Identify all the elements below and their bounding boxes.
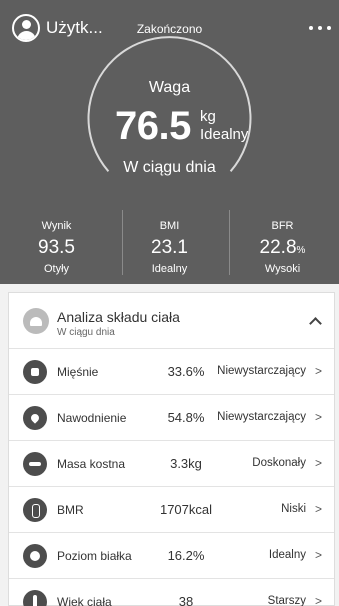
metric-status: Idealny (151, 263, 188, 275)
chevron-right-icon[interactable]: > (315, 594, 322, 606)
card-subtitle: W ciągu dnia (57, 327, 115, 338)
list-item-body-age[interactable]: Wiek ciała 38 Starszy > (9, 579, 334, 606)
weight-label: Waga (148, 79, 191, 96)
water-drop-icon (23, 406, 47, 430)
chevron-right-icon[interactable]: > (315, 364, 322, 378)
analysis-panel: Analiza składu ciała W ciągu dnia Mięśni… (0, 284, 339, 606)
row-status: Niewystarczający (217, 365, 306, 377)
row-name: Mięśnie (57, 365, 99, 379)
body-composition-card: Analiza składu ciała W ciągu dnia Mięśni… (8, 292, 335, 606)
metric-value: 22.8% (259, 237, 306, 258)
chevron-right-icon[interactable]: > (315, 456, 322, 470)
chevron-right-icon[interactable]: > (315, 548, 322, 562)
protein-icon (23, 544, 47, 568)
metric-label: BFR (271, 220, 294, 232)
metric-bfr[interactable]: BFR 22.8% Wysoki (226, 220, 339, 275)
scale-icon (23, 308, 49, 334)
chevron-up-icon[interactable] (309, 317, 322, 330)
summary-header: Użytk... Zakończono Waga 76.5 kg Idealny… (0, 0, 339, 284)
metric-status: Wysoki (264, 263, 301, 275)
row-name: BMR (57, 503, 84, 517)
metric-value: 93.5 (38, 237, 75, 258)
period-label: W ciągu dnia (123, 159, 216, 176)
weight-status: Idealny (200, 126, 249, 143)
row-value: 1707kcal (159, 502, 213, 517)
card-header[interactable]: Analiza składu ciała W ciągu dnia (9, 293, 334, 349)
row-status: Niski (281, 503, 306, 515)
row-value: 3.3kg (170, 456, 202, 471)
card-title: Analiza składu ciała (57, 309, 180, 325)
metric-label: Wynik (41, 220, 72, 232)
weight-value: 76.5 (115, 104, 191, 148)
list-item-protein[interactable]: Poziom białka 16.2% Idealny > (9, 533, 334, 579)
list-item-bone-mass[interactable]: Masa kostna 3.3kg Doskonały > (9, 441, 334, 487)
body-age-icon (23, 590, 47, 606)
metric-label: BMI (159, 220, 180, 232)
metric-score[interactable]: Wynik 93.5 Otyły (0, 220, 113, 275)
muscle-icon (23, 360, 47, 384)
flame-icon (23, 498, 47, 522)
row-value: 38 (178, 594, 194, 606)
metric-status: Otyły (43, 263, 70, 275)
row-name: Wiek ciała (57, 595, 112, 606)
metric-bmi[interactable]: BMI 23.1 Idealny (113, 220, 226, 275)
row-status: Idealny (268, 549, 306, 561)
row-name: Nawodnienie (57, 411, 127, 425)
bone-icon (23, 452, 47, 476)
row-status: Doskonały (252, 457, 306, 469)
row-name: Poziom białka (57, 549, 132, 563)
row-status: Starszy (267, 595, 306, 606)
list-item-hydration[interactable]: Nawodnienie 54.8% Niewystarczający > (9, 395, 334, 441)
list-item-bmr[interactable]: BMR 1707kcal Niski > (9, 487, 334, 533)
chevron-right-icon[interactable]: > (315, 410, 322, 424)
row-status: Niewystarczający (217, 411, 306, 423)
metric-value: 23.1 (151, 237, 188, 258)
row-name: Masa kostna (57, 457, 126, 471)
row-value: 16.2% (167, 548, 205, 563)
weight-unit: kg (200, 108, 216, 125)
list-item-muscle[interactable]: Mięśnie 33.6% Niewystarczający > (9, 349, 334, 395)
chevron-right-icon[interactable]: > (315, 502, 322, 516)
